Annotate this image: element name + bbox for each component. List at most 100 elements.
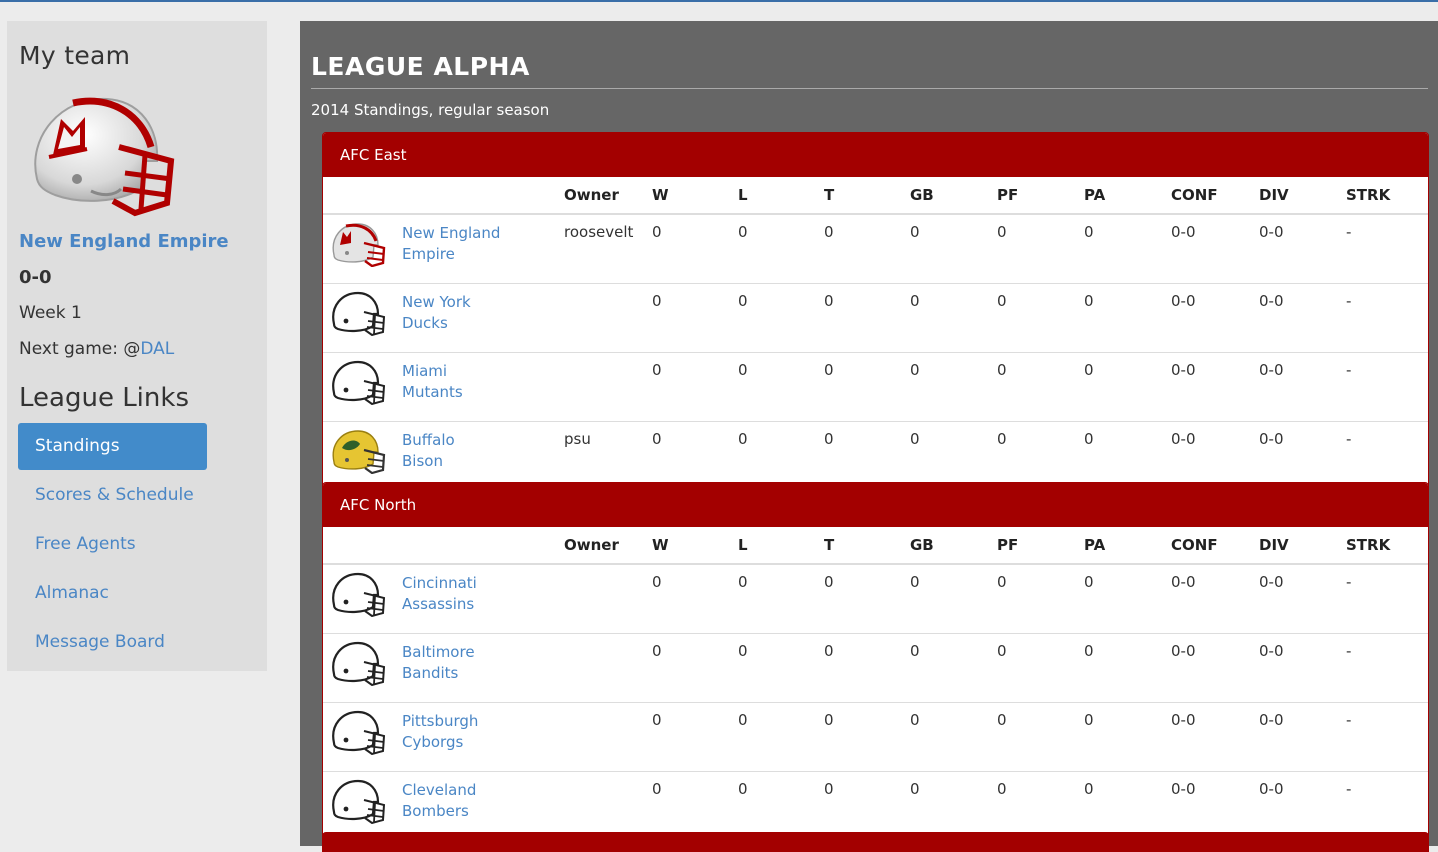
nav-standings[interactable]: Standings: [18, 423, 207, 470]
nav-free-agents[interactable]: Free Agents: [18, 521, 207, 568]
outline-helmet-icon[interactable]: [330, 778, 402, 824]
column-header-conf: CONF: [1171, 527, 1259, 565]
division-panel-afc-east: AFC East Owner W L T GB PF PA CONF DIV STRK New Eng…: [322, 132, 1429, 491]
stat-cell-w: 0: [652, 223, 662, 241]
team-name-link[interactable]: Baltimore Bandits: [402, 642, 512, 684]
stat-cell-pa: 0: [1084, 771, 1171, 840]
stat-cell-pf: 0: [997, 352, 1084, 422]
team-logo-cell: [323, 214, 402, 284]
column-header-conf: CONF: [1171, 177, 1259, 215]
column-header-logo: [323, 177, 402, 215]
column-header-div: DIV: [1259, 527, 1346, 565]
stat-cell-t: 0: [824, 223, 834, 241]
stat-cell-l: 0: [738, 421, 824, 490]
table-row: Pittsburgh Cyborgs 0 0 0 0 0 0 0-0 0-0-: [323, 702, 1428, 772]
team-name-link[interactable]: New England Empire: [402, 223, 512, 265]
team-name-cell: New York Ducks: [402, 283, 564, 353]
standings-table: Owner W L T GB PF PA CONF DIV STRK New England Empi…: [323, 177, 1428, 490]
stat-cell-pa: 0: [1084, 352, 1171, 422]
next-division-panel-header: [322, 832, 1429, 852]
team-name-link[interactable]: Buffalo Bison: [402, 430, 512, 472]
column-header-pa: PA: [1084, 527, 1171, 565]
nav-message-board[interactable]: Message Board: [18, 619, 207, 666]
column-header-logo: [323, 527, 402, 565]
stat-cell-w: 0: [652, 702, 738, 772]
team-city: Pittsburgh: [402, 712, 479, 730]
owner-cell: [564, 702, 652, 772]
stat-cell-w: 0: [652, 771, 738, 840]
table-row: New England Empire roosevelt 0 0 0 0 0 0 0-0 0-0 -: [323, 214, 1428, 284]
team-name-cell: Miami Mutants: [402, 352, 564, 422]
stat-cell-l: 0: [738, 771, 824, 840]
nav-scores-schedule[interactable]: Scores & Schedule: [18, 472, 207, 519]
stat-cell-div: 0-0: [1259, 771, 1346, 840]
column-header-gb: GB: [910, 527, 997, 565]
team-name-cell: Cincinnati Assassins: [402, 564, 564, 634]
stat-cell-w: 0: [652, 283, 738, 353]
team-nickname: Bombers: [402, 802, 469, 820]
column-header-w: W: [652, 527, 738, 565]
stat-cell-div: 0-0: [1259, 352, 1346, 422]
outline-helmet-icon[interactable]: [330, 290, 402, 336]
column-header-t: T: [824, 527, 910, 565]
stat-cell-t: 0: [824, 771, 910, 840]
table-row: Cleveland Bombers 0 0 0 0 0 0 0-0 0-0-: [323, 771, 1428, 840]
stat-cell-conf: 0-0: [1171, 771, 1259, 840]
stat-cell-t: 0: [824, 573, 834, 591]
league-links-nav: Standings Scores & Schedule Free Agents …: [18, 423, 207, 668]
column-header-l: L: [738, 177, 824, 215]
red-white-helmet-icon[interactable]: [330, 221, 402, 267]
column-header-div: DIV: [1259, 177, 1346, 215]
table-row: Baltimore Bandits 0 0 0 0 0 0 0-0 0-0-: [323, 633, 1428, 703]
my-team-heading: My team: [19, 41, 131, 70]
stat-cell-strk: -: [1346, 352, 1428, 422]
stat-cell-w: 0: [652, 352, 738, 422]
nav-almanac[interactable]: Almanac: [18, 570, 207, 617]
stat-cell-w: 0: [652, 573, 662, 591]
column-header-pf: PF: [997, 177, 1084, 215]
team-city: Buffalo: [402, 431, 455, 449]
team-name-link[interactable]: Cleveland Bombers: [402, 780, 512, 822]
team-name-link[interactable]: Cincinnati Assassins: [402, 573, 512, 615]
outline-helmet-icon[interactable]: [330, 359, 402, 405]
outline-helmet-icon[interactable]: [330, 571, 402, 617]
team-nickname: Mutants: [402, 383, 463, 401]
column-header-strk: STRK: [1346, 177, 1428, 215]
team-logo-cell: [323, 421, 402, 490]
team-logo-cell: [323, 283, 402, 353]
column-header-owner: Owner: [564, 177, 652, 215]
title-divider: [311, 88, 1428, 89]
table-row: Buffalo Bison psu 0 0 0 0 0 0 0-0 0-0-: [323, 421, 1428, 490]
stat-cell-t: 0: [824, 352, 910, 422]
stat-cell-strk: -: [1346, 283, 1428, 353]
yellow-helmet-icon[interactable]: [330, 428, 402, 474]
next-game-opponent-link[interactable]: DAL: [140, 339, 174, 359]
top-accent-line: [0, 0, 1438, 2]
stat-cell-pa: 0: [1084, 421, 1171, 490]
stat-cell-conf: 0-0: [1171, 573, 1196, 591]
stat-cell-pf: 0: [997, 421, 1084, 490]
current-week: Week 1: [19, 303, 82, 323]
stat-cell-t: 0: [824, 283, 910, 353]
stat-cell-strk: -: [1346, 702, 1428, 772]
stat-cell-l: 0: [738, 352, 824, 422]
stat-cell-gb: 0: [910, 283, 997, 353]
stat-cell-gb: 0: [910, 771, 997, 840]
stat-cell-l: 0: [738, 223, 748, 241]
stat-cell-l: 0: [738, 283, 824, 353]
team-city: New York: [402, 293, 471, 311]
stat-cell-t: 0: [824, 633, 910, 703]
stat-cell-div: 0-0: [1259, 702, 1346, 772]
stat-cell-gb: 0: [910, 352, 997, 422]
team-name-link[interactable]: Pittsburgh Cyborgs: [402, 711, 512, 753]
team-name-link[interactable]: New York Ducks: [402, 292, 512, 334]
stat-cell-gb: 0: [910, 633, 997, 703]
team-name-link[interactable]: Miami Mutants: [402, 361, 512, 403]
outline-helmet-icon[interactable]: [330, 640, 402, 686]
my-team-name-link[interactable]: New England Empire: [19, 231, 229, 252]
outline-helmet-icon[interactable]: [330, 709, 402, 755]
owner-cell: [564, 564, 652, 634]
team-helmet-icon: [25, 91, 175, 221]
stat-cell-pa: 0: [1084, 702, 1171, 772]
standings-subtitle: 2014 Standings, regular season: [311, 101, 550, 119]
